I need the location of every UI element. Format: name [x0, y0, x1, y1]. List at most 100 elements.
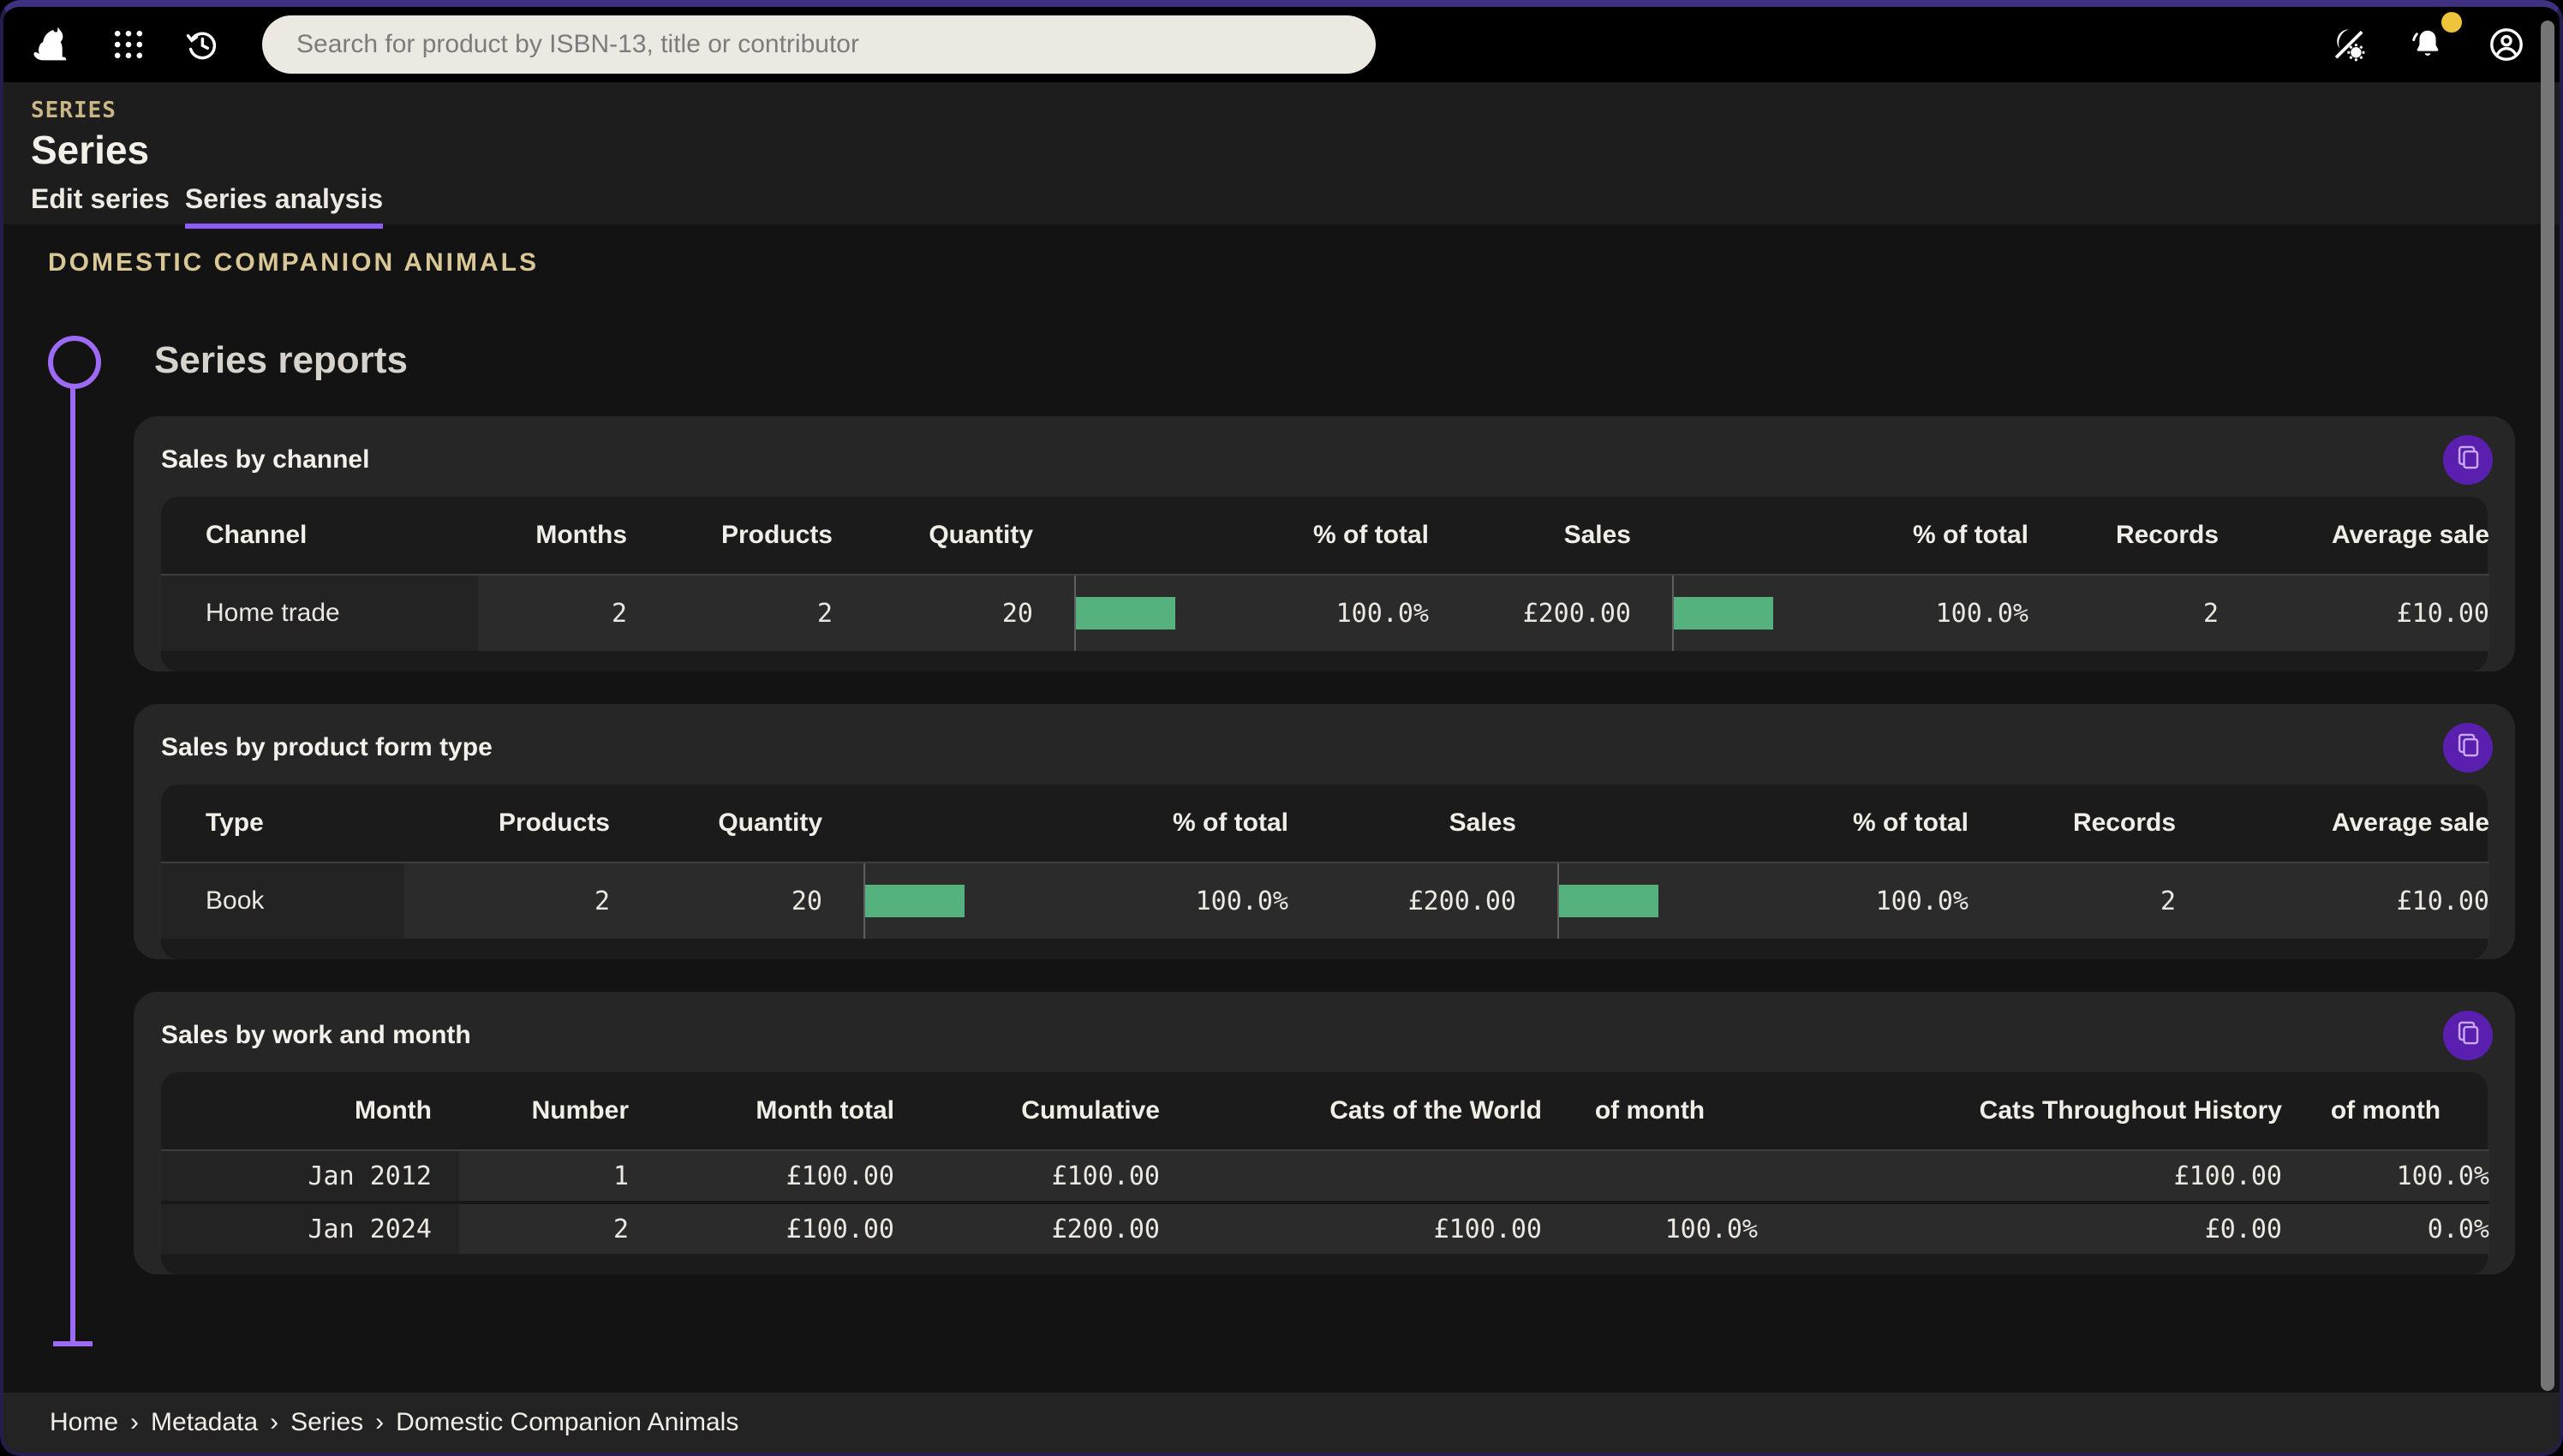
account-button[interactable]: [2477, 15, 2536, 74]
page-title: Series: [31, 127, 2560, 173]
table-cell: 100.0%: [2282, 1149, 2489, 1201]
breadcrumb-series[interactable]: Series: [290, 1408, 363, 1437]
table-cell: Book: [161, 862, 404, 939]
card-header: Sales by product form type: [134, 704, 2515, 785]
table-cell: 100.0%: [994, 862, 1288, 939]
table-cell: 100.0%: [1777, 574, 2028, 651]
table-row: Jan 20121£100.00£100.00£100.00100.0%: [161, 1149, 2489, 1201]
copy-button[interactable]: [2443, 435, 2493, 485]
main-content: DOMESTIC COMPANION ANIMALS Series report…: [3, 248, 2560, 1274]
bar-axis: [1074, 576, 1180, 651]
page-eyebrow: SERIES: [31, 98, 2560, 123]
report-cards: Sales by channel ChannelMonthsProductsQu…: [134, 416, 2515, 1274]
app-window: SERIES Series Edit series Series analysi…: [0, 0, 2563, 1456]
table-cell: 100.0%: [1688, 862, 1969, 939]
report-card: Sales by product form type TypeProductsQ…: [134, 704, 2515, 959]
tab-series-analysis[interactable]: Series analysis: [185, 183, 383, 229]
series-name-heading: DOMESTIC COMPANION ANIMALS: [48, 248, 2560, 277]
bar-cell: [1516, 862, 1688, 939]
topbar: [3, 7, 2560, 82]
notifications-button[interactable]: [2399, 15, 2457, 74]
table-cell: Home trade: [161, 574, 478, 651]
column-header: Quantity: [833, 497, 1033, 574]
table-cell: £10.00: [2176, 862, 2489, 939]
table-cell: 20: [610, 862, 822, 939]
topbar-right: [2320, 15, 2536, 74]
breadcrumb-home[interactable]: Home: [50, 1408, 118, 1437]
section-title: Series reports: [154, 339, 2560, 382]
column-header: % of total: [1688, 785, 1969, 862]
table-cell: 2: [459, 1201, 629, 1254]
column-header: % of total: [1180, 497, 1429, 574]
value-bar: [1076, 597, 1175, 630]
table-cell: £100.00: [1758, 1149, 2282, 1201]
timeline-line: [70, 385, 75, 1341]
table-header-row: ChannelMonthsProductsQuantity% of totalS…: [161, 497, 2489, 574]
table-cell: 2: [627, 574, 833, 651]
tab-bar: Edit series Series analysis: [31, 183, 2560, 229]
copy-icon: [2453, 1018, 2482, 1053]
table-cell: 100.0%: [1180, 574, 1429, 651]
search-input[interactable]: [262, 15, 1376, 74]
table-cell: 2: [1969, 862, 2176, 939]
column-header: Cats of the World: [1160, 1072, 1542, 1149]
table-row: Jan 20242£100.00£200.00£100.00100.0%£0.0…: [161, 1201, 2489, 1254]
table-header-row: TypeProductsQuantity% of totalSales% of …: [161, 785, 2489, 862]
table-cell: Jan 2024: [161, 1201, 459, 1254]
search-bar: [262, 15, 1376, 74]
column-header: % of total: [994, 785, 1288, 862]
table-cell: [1542, 1149, 1758, 1201]
breadcrumb-separator: ›: [130, 1408, 139, 1437]
table-cell: £100.00: [1160, 1201, 1542, 1254]
table-cell: 20: [833, 574, 1033, 651]
page-header: SERIES Series Edit series Series analysi…: [3, 82, 2560, 224]
table-cell: 0.0%: [2282, 1201, 2489, 1254]
column-header: Number: [459, 1072, 629, 1149]
table-row: Book220100.0%£200.00100.0%2£10.00: [161, 862, 2489, 939]
value-bar: [865, 885, 965, 917]
apps-menu-button[interactable]: [99, 15, 158, 74]
column-header: Quantity: [610, 785, 822, 862]
copy-button[interactable]: [2443, 723, 2493, 773]
bar-axis: [1672, 576, 1777, 651]
table-cell: £200.00: [894, 1201, 1160, 1254]
column-header: Channel: [161, 497, 478, 574]
home-logo-button[interactable]: [21, 15, 79, 74]
report-table: TypeProductsQuantity% of totalSales% of …: [161, 785, 2488, 959]
theme-toggle-button[interactable]: [2320, 15, 2378, 74]
breadcrumb-metadata[interactable]: Metadata: [151, 1408, 258, 1437]
report-table: MonthNumberMonth totalCumulativeCats of …: [161, 1072, 2488, 1274]
table-cell: £10.00: [2219, 574, 2489, 651]
copy-button[interactable]: [2443, 1011, 2493, 1060]
history-icon: [182, 25, 222, 64]
bell-icon: [2408, 25, 2447, 64]
column-header: Sales: [1288, 785, 1516, 862]
column-header: Cumulative: [894, 1072, 1160, 1149]
column-header: Records: [2028, 497, 2219, 574]
table-cell: £100.00: [629, 1149, 894, 1201]
copy-icon: [2453, 731, 2482, 766]
column-header: Average sale: [2219, 497, 2489, 574]
column-header: Average sale: [2176, 785, 2489, 862]
breadcrumb-separator: ›: [375, 1408, 384, 1437]
bar-cell: [822, 862, 994, 939]
history-button[interactable]: [173, 15, 231, 74]
breadcrumb: Home › Metadata › Series › Domestic Comp…: [3, 1393, 2560, 1453]
scrollbar[interactable]: [2541, 21, 2554, 1391]
column-header: Month total: [629, 1072, 894, 1149]
table-cell: £100.00: [894, 1149, 1160, 1201]
column-header: of month: [2282, 1072, 2489, 1149]
table-cell: 2: [404, 862, 610, 939]
bar-cell: [1033, 574, 1180, 651]
timeline-end-cap: [53, 1341, 93, 1346]
card-header: Sales by channel: [134, 416, 2515, 497]
bar-column-header: [822, 785, 994, 862]
tab-edit-series[interactable]: Edit series: [31, 183, 170, 229]
column-header: Months: [478, 497, 627, 574]
table-cell: £200.00: [1288, 862, 1516, 939]
table-cell: £0.00: [1758, 1201, 2282, 1254]
account-icon: [2486, 24, 2527, 65]
column-header: Month: [161, 1072, 459, 1149]
cat-logo-icon: [27, 22, 72, 67]
notification-badge: [2441, 12, 2462, 33]
